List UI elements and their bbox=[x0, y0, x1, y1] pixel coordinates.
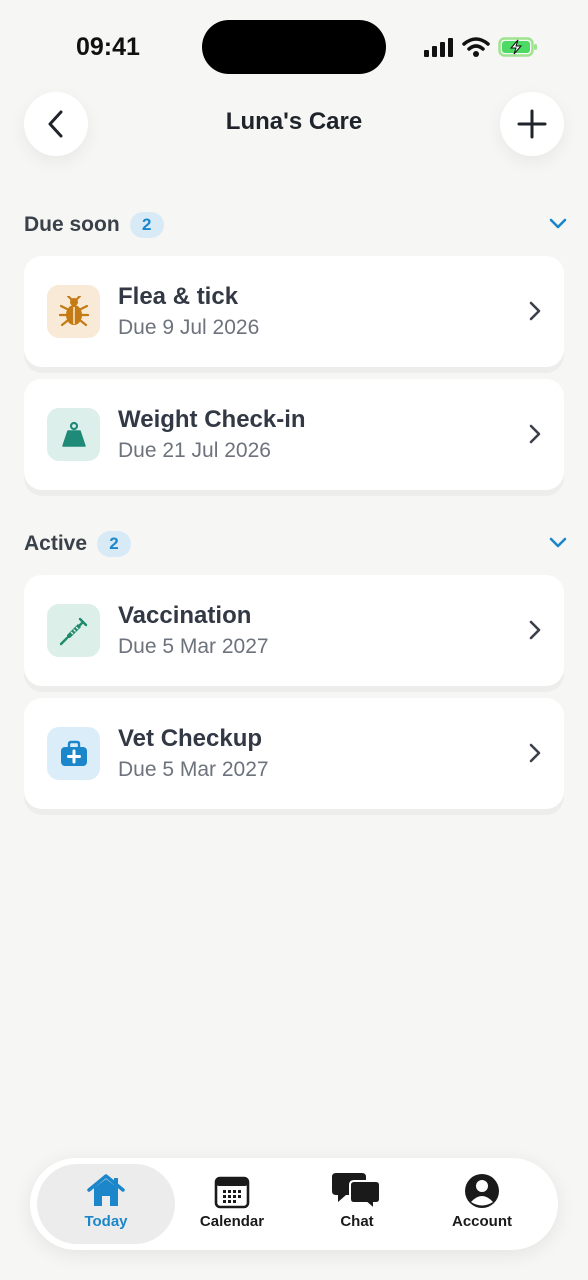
card-due-date: Due 5 Mar 2027 bbox=[118, 635, 269, 658]
card-icon-tile bbox=[47, 408, 100, 461]
chevron-right-icon bbox=[529, 424, 541, 444]
status-icons bbox=[424, 36, 538, 58]
care-item-card[interactable]: Vet Checkup Due 5 Mar 2027 bbox=[24, 698, 564, 809]
chevron-right-icon bbox=[529, 620, 541, 640]
plus-icon bbox=[517, 109, 547, 139]
card-due-date: Due 21 Jul 2026 bbox=[118, 439, 271, 462]
tab-today[interactable]: Today bbox=[37, 1164, 175, 1244]
calendar-icon bbox=[214, 1176, 250, 1209]
cellular-signal-icon bbox=[424, 38, 453, 57]
count-badge: 2 bbox=[129, 212, 164, 238]
syringe-icon bbox=[59, 617, 87, 645]
home-icon bbox=[87, 1174, 125, 1206]
tab-label: Account bbox=[452, 1213, 512, 1230]
chevron-right-icon bbox=[529, 301, 541, 321]
tab-label: Calendar bbox=[199, 1213, 265, 1230]
card-title: Weight Check-in bbox=[118, 406, 306, 433]
section-header-active[interactable]: Active 2 bbox=[24, 529, 568, 559]
section-title: Active bbox=[24, 532, 88, 555]
section-title: Due soon bbox=[24, 213, 120, 236]
card-title: Vet Checkup bbox=[118, 725, 263, 752]
count-badge: 2 bbox=[97, 531, 132, 557]
tab-label: Chat bbox=[340, 1213, 374, 1230]
tab-chat[interactable]: Chat bbox=[292, 1164, 422, 1244]
card-icon-tile bbox=[47, 604, 100, 657]
tab-account[interactable]: Account bbox=[417, 1164, 547, 1244]
chat-icon bbox=[332, 1173, 381, 1209]
tab-label: Today bbox=[84, 1213, 128, 1230]
card-icon-tile bbox=[47, 285, 100, 338]
medical-kit-icon bbox=[60, 740, 87, 766]
dynamic-island bbox=[202, 20, 386, 74]
chevron-right-icon bbox=[529, 743, 541, 763]
care-item-card[interactable]: Weight Check-in Due 21 Jul 2026 bbox=[24, 379, 564, 490]
wifi-icon bbox=[462, 37, 490, 57]
care-item-card[interactable]: Vaccination Due 5 Mar 2027 bbox=[24, 575, 564, 686]
weight-icon bbox=[61, 421, 86, 447]
card-title: Vaccination bbox=[118, 602, 252, 629]
bug-icon bbox=[58, 295, 89, 326]
add-button[interactable] bbox=[500, 92, 564, 156]
card-due-date: Due 9 Jul 2026 bbox=[118, 316, 260, 339]
chevron-down-icon[interactable] bbox=[548, 216, 568, 230]
card-icon-tile bbox=[47, 727, 100, 780]
tab-bar: Today Calendar Chat Account bbox=[30, 1158, 558, 1250]
status-bar: 09:41 bbox=[0, 0, 588, 96]
care-item-card[interactable]: Flea & tick Due 9 Jul 2026 bbox=[24, 256, 564, 367]
account-icon bbox=[465, 1174, 499, 1208]
tab-calendar[interactable]: Calendar bbox=[167, 1164, 297, 1244]
status-time: 09:41 bbox=[76, 33, 140, 61]
chevron-down-icon[interactable] bbox=[548, 535, 568, 549]
card-due-date: Due 5 Mar 2027 bbox=[118, 758, 269, 781]
section-header-due-soon[interactable]: Due soon 2 bbox=[24, 210, 568, 240]
card-title: Flea & tick bbox=[118, 283, 239, 310]
battery-charging-icon bbox=[498, 37, 537, 57]
